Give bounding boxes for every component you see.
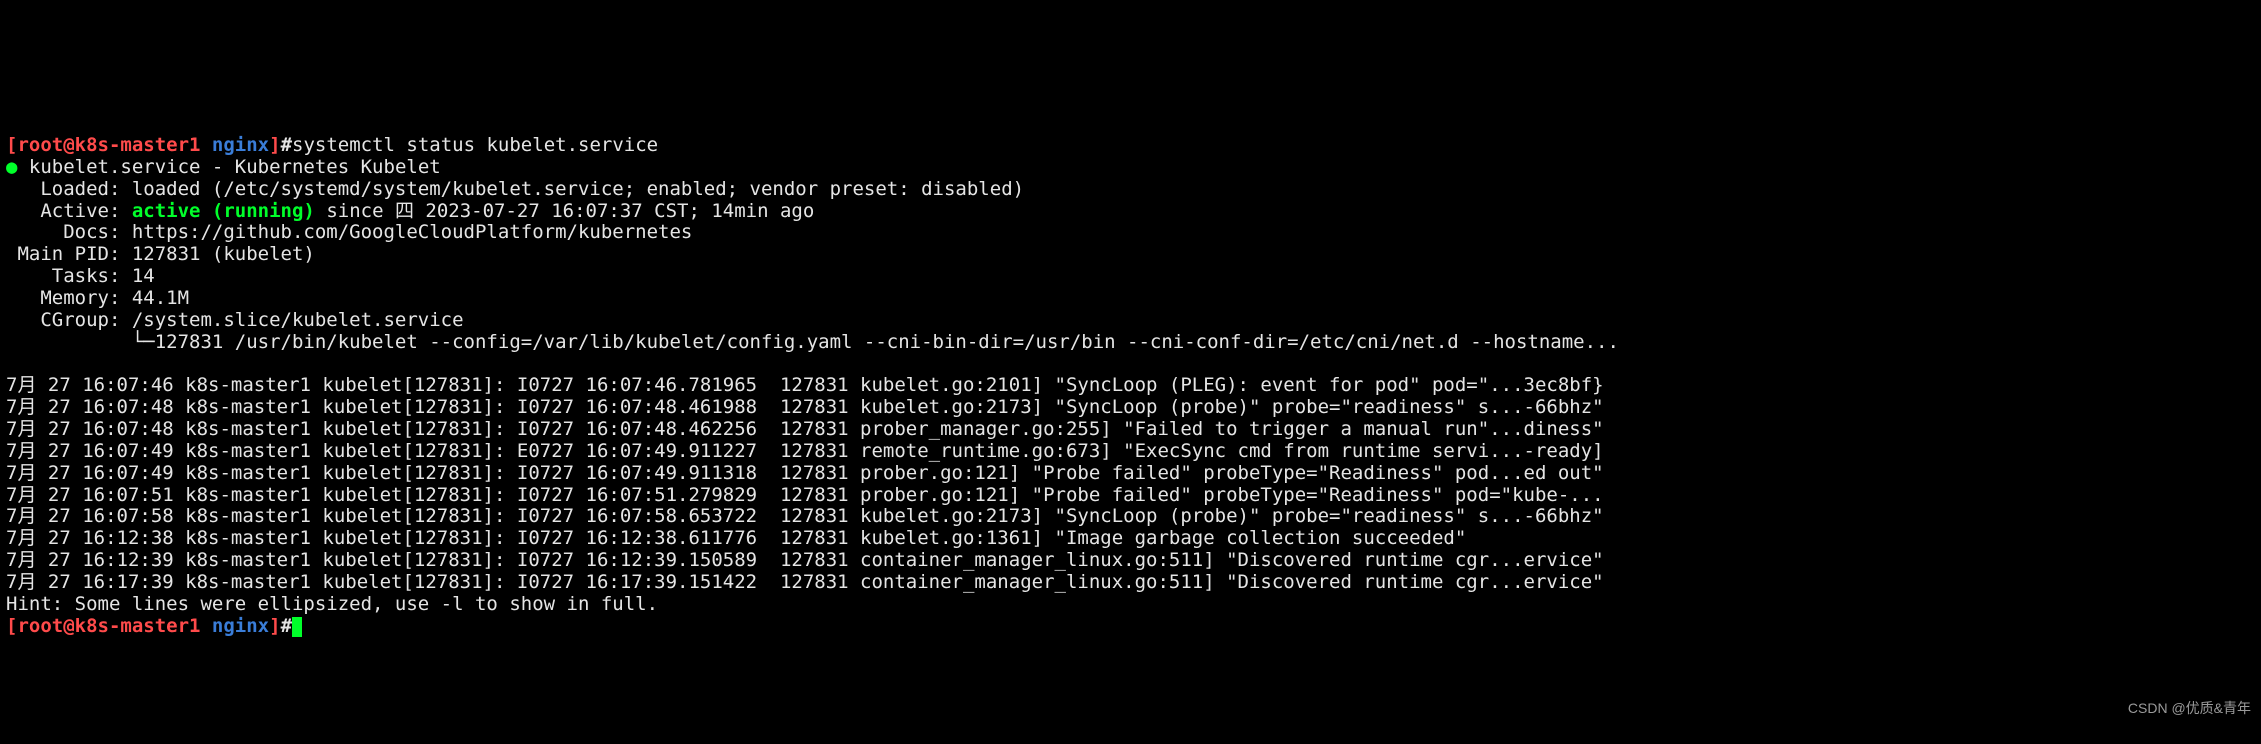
- terminal-window[interactable]: [root@k8s-master1 nginx]#systemctl statu…: [0, 109, 2261, 641]
- log-line: 7月 27 16:12:39 k8s-master1 kubelet[12783…: [6, 549, 1604, 571]
- loaded-line: Loaded: loaded (/etc/systemd/system/kube…: [6, 178, 1024, 200]
- prompt-open-2: [: [6, 615, 17, 637]
- prompt-user-host: root@k8s-master1: [17, 134, 200, 156]
- active-suffix: since 四 2023-07-27 16:07:37 CST; 14min a…: [315, 200, 814, 222]
- prompt-cwd-2: nginx: [200, 615, 269, 637]
- active-value: active (running): [132, 200, 315, 222]
- hint-line: Hint: Some lines were ellipsized, use -l…: [6, 593, 658, 615]
- prompt-cwd: nginx: [200, 134, 269, 156]
- memory-line: Memory: 44.1M: [6, 287, 189, 309]
- prompt-open: [: [6, 134, 17, 156]
- prompt-hash-2: #: [281, 615, 292, 637]
- log-line: 7月 27 16:17:39 k8s-master1 kubelet[12783…: [6, 571, 1604, 593]
- log-line: 7月 27 16:07:49 k8s-master1 kubelet[12783…: [6, 440, 1604, 462]
- log-line: 7月 27 16:07:48 k8s-master1 kubelet[12783…: [6, 396, 1604, 418]
- prompt-close: ]: [269, 134, 280, 156]
- log-line: 7月 27 16:07:58 k8s-master1 kubelet[12783…: [6, 505, 1604, 527]
- log-line: 7月 27 16:12:38 k8s-master1 kubelet[12783…: [6, 527, 1466, 549]
- log-line: 7月 27 16:07:48 k8s-master1 kubelet[12783…: [6, 418, 1604, 440]
- active-prefix: Active:: [6, 200, 132, 222]
- prompt-hash: #: [281, 134, 292, 156]
- watermark: CSDN @优质&青年: [2128, 700, 2251, 716]
- log-line: 7月 27 16:07:46 k8s-master1 kubelet[12783…: [6, 374, 1604, 396]
- command-text: systemctl status kubelet.service: [292, 134, 658, 156]
- prompt-close-2: ]: [269, 615, 280, 637]
- log-line: 7月 27 16:07:49 k8s-master1 kubelet[12783…: [6, 462, 1604, 484]
- log-line: 7月 27 16:07:51 k8s-master1 kubelet[12783…: [6, 484, 1604, 506]
- prompt-user-host-2: root@k8s-master1: [17, 615, 200, 637]
- service-header: kubelet.service - Kubernetes Kubelet: [17, 156, 440, 178]
- status-bullet: ●: [6, 156, 17, 178]
- cgroup-line: CGroup: /system.slice/kubelet.service: [6, 309, 464, 331]
- tasks-line: Tasks: 14: [6, 265, 155, 287]
- main-pid-line: Main PID: 127831 (kubelet): [6, 243, 315, 265]
- cursor[interactable]: [292, 617, 302, 637]
- cgroup-child: └─127831 /usr/bin/kubelet --config=/var/…: [6, 331, 1619, 353]
- docs-line: Docs: https://github.com/GoogleCloudPlat…: [6, 221, 692, 243]
